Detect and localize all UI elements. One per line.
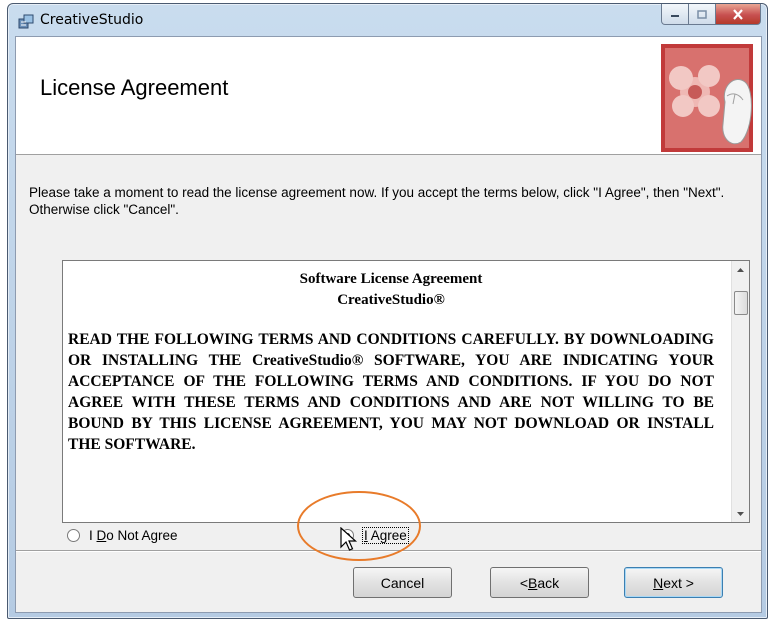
pointer-cursor-icon (340, 527, 358, 551)
scroll-up-button[interactable] (732, 261, 749, 278)
minimize-button[interactable] (661, 4, 689, 25)
title-bar[interactable]: CreativeStudio (8, 4, 767, 36)
back-button[interactable]: < Back (490, 567, 589, 598)
do-not-agree-radio[interactable] (67, 529, 80, 542)
page-title: License Agreement (40, 75, 229, 100)
maximize-icon (697, 9, 707, 19)
maximize-button[interactable] (689, 4, 716, 25)
instruction-text: Please take a moment to read the license… (29, 185, 725, 217)
do-not-agree-label[interactable]: I Do Not Agree (89, 528, 178, 543)
next-button[interactable]: Next > (624, 567, 723, 598)
do-not-agree-option[interactable]: I Do Not Agree (67, 528, 178, 543)
license-text-box[interactable]: Software License Agreement CreativeStudi… (62, 260, 750, 523)
close-button[interactable] (716, 4, 761, 25)
caption-buttons (661, 4, 761, 25)
scroll-down-button[interactable] (732, 505, 749, 522)
header-mouse-graphic (661, 44, 753, 152)
license-content: Software License Agreement CreativeStudi… (68, 269, 714, 455)
scroll-thumb[interactable] (734, 291, 748, 315)
scroll-down-arrow-icon (737, 511, 744, 516)
license-title: Software License Agreement (299, 271, 483, 287)
annotation-highlight-ring (297, 491, 421, 561)
window-title: CreativeStudio (40, 12, 144, 28)
minimize-icon (671, 15, 679, 17)
header-banner: License Agreement (16, 37, 761, 155)
cancel-button[interactable]: Cancel (353, 567, 452, 598)
license-scrollbar[interactable] (731, 261, 749, 522)
scroll-up-arrow-icon (737, 267, 744, 272)
license-product-name: CreativeStudio® (337, 292, 445, 308)
close-icon (733, 8, 743, 20)
installer-app-icon (18, 14, 34, 29)
license-body: READ THE FOLLOWING TERMS AND CONDITIONS … (68, 331, 714, 453)
